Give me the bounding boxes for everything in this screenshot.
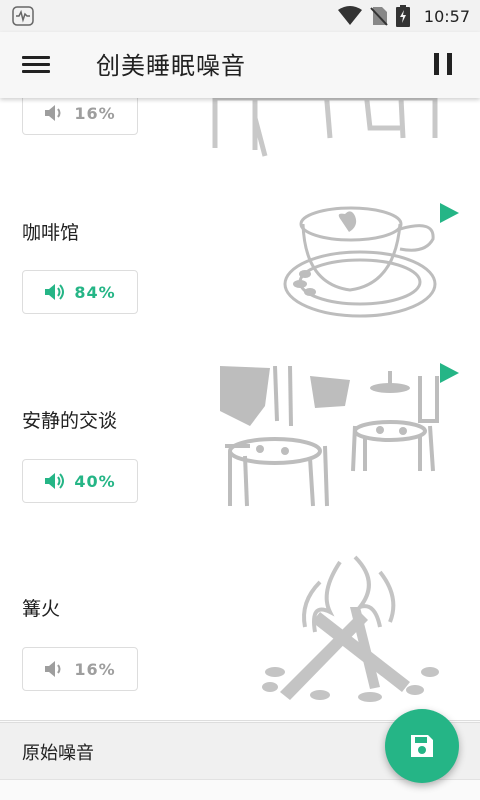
volume-icon <box>45 105 61 121</box>
volume-button[interactable]: 40% <box>22 459 138 503</box>
sound-label: 安静的交谈 <box>22 410 118 432</box>
sound-list: 16% 咖啡馆 84% 安静的交谈 40% 篝火 16% <box>0 98 480 800</box>
status-time: 10:57 <box>423 6 470 26</box>
app-bar: 创美睡眠噪音 <box>0 32 480 98</box>
sound-label: 篝火 <box>22 598 61 620</box>
menu-icon[interactable] <box>22 52 50 78</box>
volume-button[interactable]: 84% <box>22 270 138 314</box>
sound-card-campfire[interactable]: 篝火 16% <box>0 532 480 721</box>
volume-icon <box>45 473 65 489</box>
section-title: 原始噪音 <box>22 743 94 764</box>
sound-card-partial[interactable]: 16% <box>0 98 480 185</box>
pause-icon[interactable] <box>434 53 452 75</box>
no-sim-icon <box>370 7 388 26</box>
campfire-illustration <box>262 555 439 702</box>
sleep-app-notification-icon <box>12 6 34 26</box>
volume-value: 40% <box>74 471 116 491</box>
volume-icon <box>45 284 65 300</box>
coffee-cup-illustration <box>283 206 437 318</box>
sound-label: 咖啡馆 <box>22 222 80 244</box>
app-title: 创美睡眠噪音 <box>96 52 246 80</box>
save-mix-button[interactable] <box>385 709 459 783</box>
volume-button[interactable]: 16% <box>22 647 138 691</box>
volume-button[interactable]: 16% <box>22 98 138 135</box>
volume-value: 16% <box>74 659 116 679</box>
volume-value: 84% <box>74 282 116 302</box>
battery-charging-icon <box>395 5 410 27</box>
save-icon <box>411 735 433 757</box>
play-icon[interactable] <box>438 202 460 224</box>
status-bar: 10:57 <box>0 0 480 32</box>
wifi-icon <box>337 6 362 25</box>
sound-card-quiet-conversation[interactable]: 安静的交谈 40% <box>0 344 480 533</box>
partial-illustration <box>212 98 438 157</box>
volume-value: 16% <box>74 103 116 123</box>
volume-icon <box>45 661 61 677</box>
play-icon[interactable] <box>438 362 460 384</box>
sound-card-cafe[interactable]: 咖啡馆 84% <box>0 184 480 345</box>
restaurant-illustration <box>220 366 439 507</box>
